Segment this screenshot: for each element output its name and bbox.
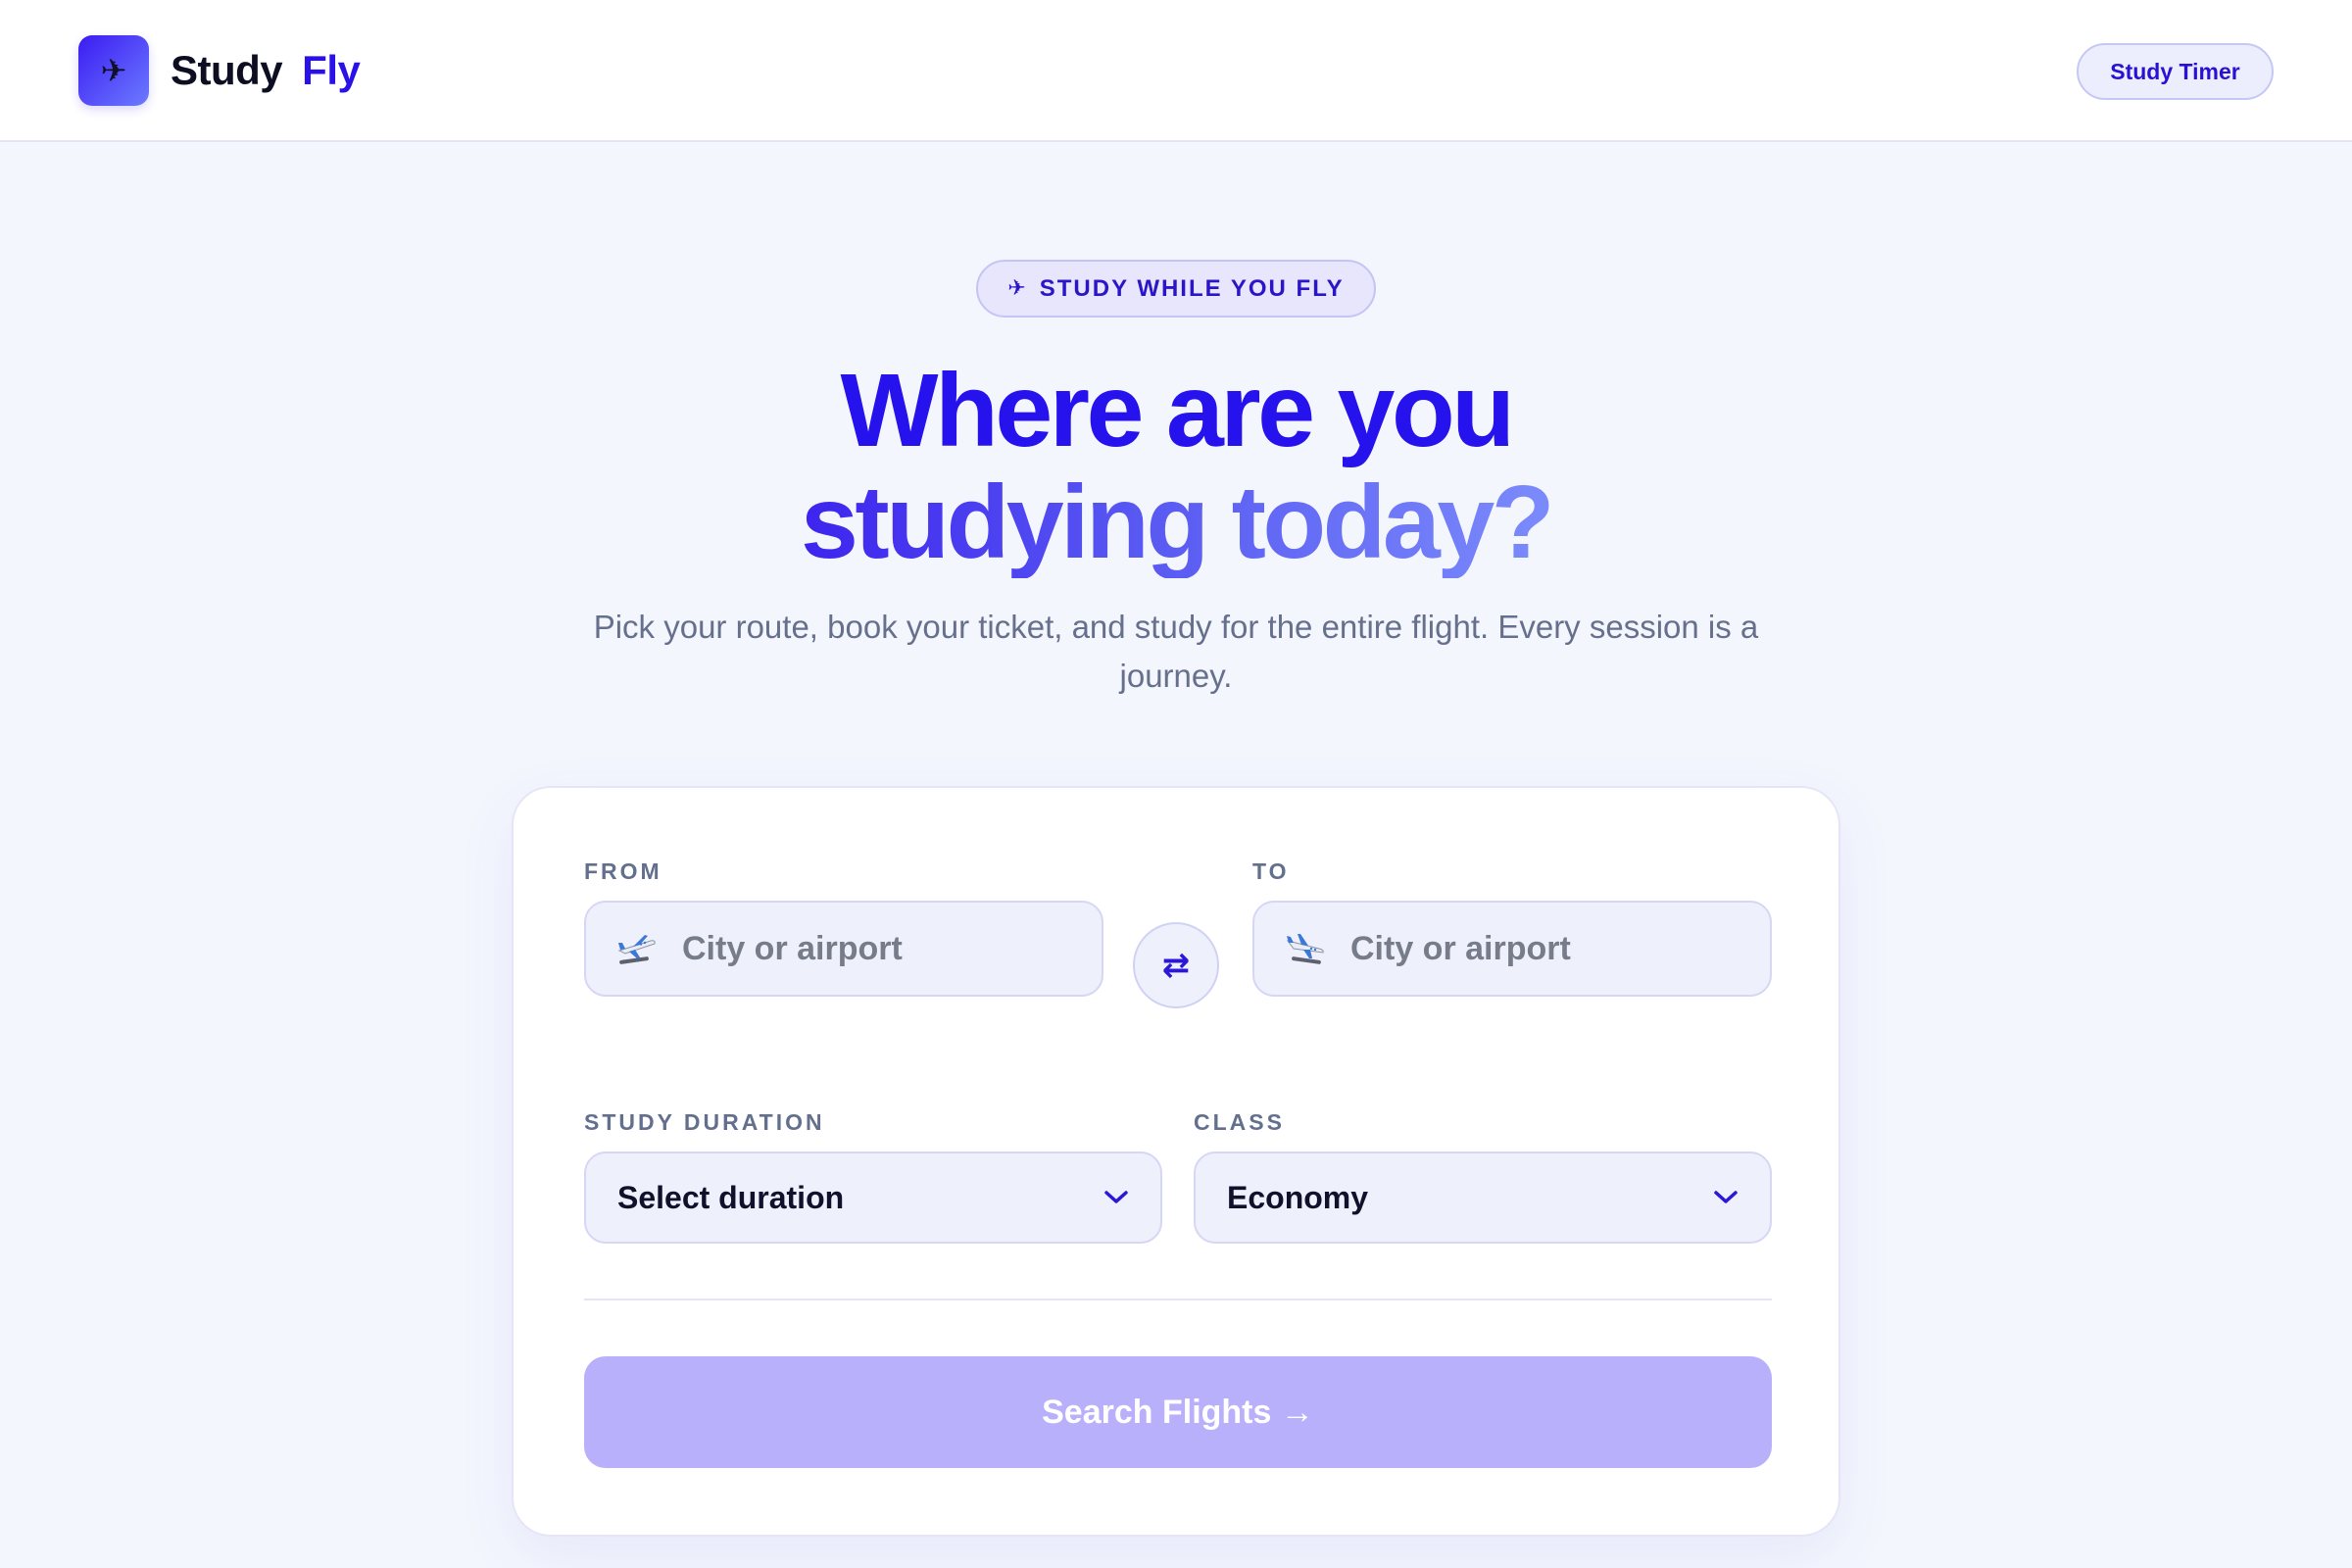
brand-name-fly: Fly — [302, 47, 361, 93]
from-label: FROM — [584, 858, 662, 884]
chevron-down-icon — [1714, 1191, 1738, 1203]
departure-plane-icon — [615, 931, 659, 966]
brand-logo: ✈ — [78, 35, 149, 106]
flight-search-card: FROM ⇄ TO — [512, 786, 1840, 1537]
from-input[interactable] — [682, 929, 1054, 968]
study-duration-select[interactable]: Select duration — [584, 1152, 1162, 1244]
page-title-line-2: studying today? — [800, 465, 1555, 580]
from-field[interactable] — [584, 901, 1103, 997]
study-duration-value: Select duration — [617, 1179, 845, 1215]
hero-badge-text: STUDY WHILE YOU FLY — [1039, 274, 1345, 302]
hero-badge: ✈ STUDY WHILE YOU FLY — [976, 260, 1376, 318]
to-field[interactable] — [1252, 901, 1772, 997]
hero-subtitle: Pick your route, book your ticket, and s… — [593, 609, 1759, 694]
class-select[interactable]: Economy — [1194, 1152, 1772, 1244]
to-label: TO — [1252, 858, 1290, 884]
page-title: Where are you studying today? — [0, 355, 2352, 578]
top-header: ✈ Study Fly Study Timer — [0, 0, 2352, 142]
study-duration-label: STUDY DURATION — [584, 1109, 825, 1135]
class-label: CLASS — [1194, 1109, 1285, 1135]
form-divider — [584, 1298, 1772, 1300]
study-timer-button[interactable]: Study Timer — [2077, 43, 2274, 100]
search-flights-button[interactable]: Search Flights → — [584, 1356, 1772, 1468]
swap-arrows-icon: ⇄ — [1161, 946, 1191, 985]
chevron-down-icon — [1104, 1191, 1128, 1203]
to-input[interactable] — [1350, 929, 1723, 968]
airplane-icon: ✈ — [1007, 276, 1028, 301]
swap-route-button[interactable]: ⇄ — [1133, 922, 1219, 1008]
page-title-line-1: Where are you — [840, 353, 1515, 468]
arrival-plane-icon — [1284, 931, 1327, 966]
brand-name-study: Study — [171, 47, 283, 93]
brand[interactable]: ✈ Study Fly — [78, 35, 361, 106]
airplane-icon: ✈ — [100, 52, 127, 89]
class-value: Economy — [1227, 1179, 1369, 1215]
